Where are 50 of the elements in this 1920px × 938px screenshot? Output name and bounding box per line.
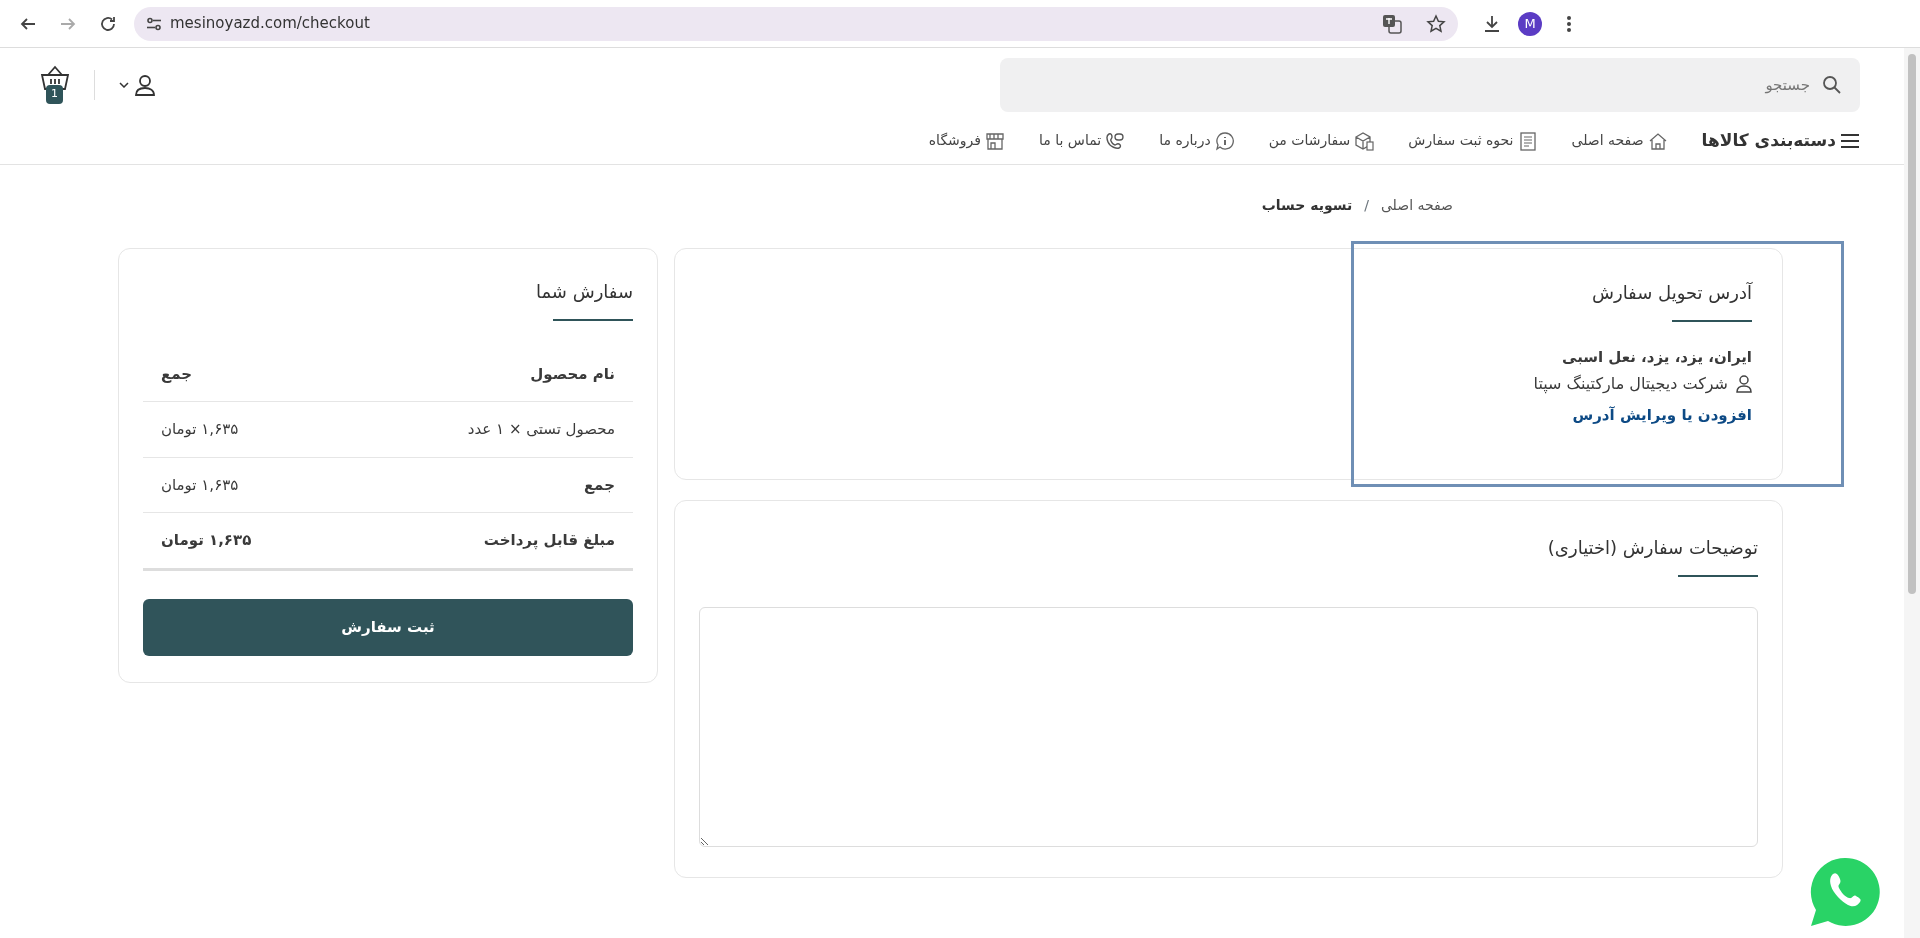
column-header: جمع — [143, 346, 343, 402]
caret-icon — [119, 82, 129, 88]
place-order-button[interactable]: ثبت سفارش — [143, 598, 633, 656]
download-icon[interactable] — [1482, 13, 1502, 34]
package-icon — [1354, 130, 1375, 151]
table-cell: ۱,۶۳۵ تومان — [143, 401, 343, 458]
nav-link[interactable]: سفارشات من — [1268, 130, 1375, 152]
basket-icon — [40, 65, 70, 91]
nav-link[interactable]: نحوه ثبت سفارش — [1408, 130, 1538, 152]
edit-address-link[interactable]: افزودن یا ویرایش آدرس — [1572, 404, 1752, 427]
nav-link[interactable]: صفحه اصلی — [1571, 130, 1668, 152]
table-cell: ۱,۶۳۵ تومان — [143, 512, 343, 570]
storefront-icon — [985, 130, 1006, 151]
breadcrumb-current: تسویه حساب — [1261, 196, 1353, 216]
table-cell: مبلغ قابل پرداخت — [343, 512, 633, 570]
address-text: ایران، یزد، یزد، نعل اسبی — [1560, 346, 1752, 368]
search-field[interactable]: جستجو — [1000, 58, 1860, 112]
table-cell: محصول تستی × ۱ عدد — [343, 401, 633, 458]
notes-field[interactable] — [699, 606, 1758, 847]
categories-menu[interactable]: دسته‌بندی کالاها — [1701, 128, 1860, 154]
table-cell: ۱,۶۳۵ تومان — [143, 457, 343, 513]
breadcrumb-link[interactable]: صفحه اصلی — [1380, 195, 1453, 248]
site-settings-icon[interactable] — [146, 16, 162, 31]
reload-icon[interactable] — [99, 14, 117, 33]
recipient-name: شرکت دیجیتال مارکتینگ سپتا — [1533, 373, 1728, 396]
cart-button[interactable]: 1 — [30, 65, 70, 105]
profile-avatar[interactable]: M — [1518, 11, 1542, 36]
menu-icon[interactable] — [1566, 14, 1572, 33]
info-icon — [1214, 130, 1235, 151]
card-title: آدرس تحویل سفارش — [1590, 282, 1752, 304]
document-icon — [1517, 130, 1538, 151]
nav-link[interactable]: درباره ما — [1159, 130, 1235, 152]
search-icon — [1822, 75, 1842, 95]
translate-icon[interactable] — [1382, 13, 1402, 34]
user-icon — [133, 73, 157, 97]
column-header: نام محصول — [343, 346, 633, 402]
phone-icon — [1105, 130, 1126, 151]
card-title: توضیحات سفارش (اختیاری) — [1546, 537, 1758, 559]
nav-link[interactable]: تماس با ما — [1039, 130, 1126, 152]
table-cell: جمع — [343, 457, 633, 513]
scrollbar[interactable] — [1904, 48, 1920, 938]
address-bar[interactable]: mesinoyazd.com/checkout — [134, 6, 1458, 41]
card-title: سفارش شما — [534, 281, 633, 303]
bookmark-star-icon[interactable] — [1426, 13, 1446, 34]
user-icon — [1736, 375, 1752, 394]
account-menu[interactable] — [119, 73, 157, 97]
menu-icon — [1840, 132, 1860, 149]
breadcrumb-separator: / — [1364, 196, 1369, 215]
cart-count-badge: 1 — [46, 85, 63, 104]
nav-link[interactable]: فروشگاه — [928, 130, 1006, 152]
